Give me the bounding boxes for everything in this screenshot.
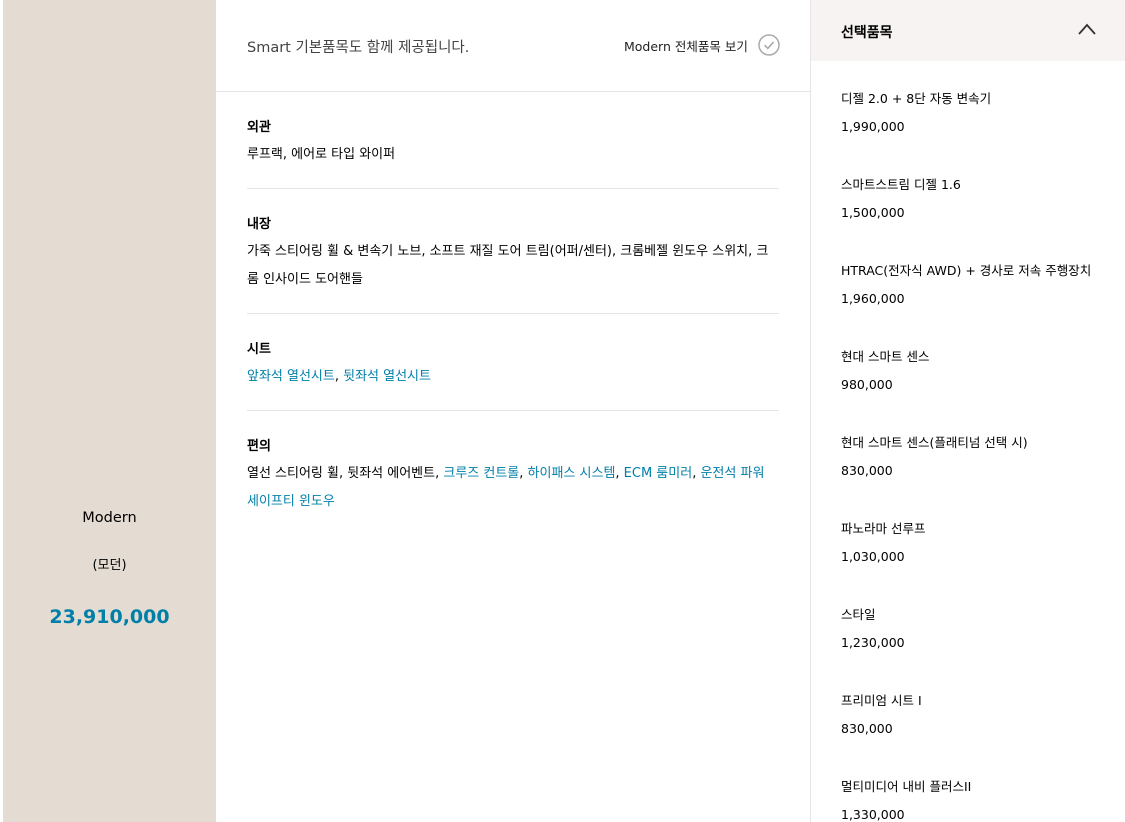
divider — [247, 188, 779, 189]
option-item[interactable]: 스타일 1,230,000 — [841, 604, 1111, 690]
option-price: 830,000 — [841, 463, 893, 478]
section-title: 외관 — [247, 120, 271, 135]
option-price: 1,960,000 — [841, 291, 905, 306]
option-item[interactable]: 현대 스마트 센스 980,000 — [841, 346, 1111, 432]
feature-section-interior: 내장 가죽 스티어링 휠 & 변속기 노브, 소프트 재질 도어 트림(어퍼/센… — [247, 213, 779, 294]
trim-subtitle: (모던) — [92, 558, 127, 573]
feature-section-exterior: 외관 루프랙, 에어로 타입 와이퍼 — [247, 116, 779, 169]
option-price: 1,500,000 — [841, 205, 905, 220]
option-price: 830,000 — [841, 721, 893, 736]
feature-link[interactable]: ECM 룸미러 — [624, 466, 693, 481]
trim-price: 23,910,000 — [49, 606, 170, 628]
option-name: 현대 스마트 센스 — [841, 349, 930, 364]
section-title: 내장 — [247, 217, 271, 232]
option-name: 멀티미디어 내비 플러스II — [841, 779, 972, 794]
option-name: 현대 스마트 센스(플래티넘 선택 시) — [841, 435, 1028, 450]
option-item[interactable]: 현대 스마트 센스(플래티넘 선택 시) 830,000 — [841, 432, 1111, 518]
selected-options-panel: 선택품목 디젤 2.0 + 8단 자동 변속기 1,990,000 스마트스트림 디… — [810, 0, 1125, 822]
view-all-label: Modern 전체품목 보기 — [624, 38, 748, 54]
divider — [247, 410, 779, 411]
feature-text: 가죽 스티어링 휠 & 변속기 노브, 소프트 재질 도어 트림(어퍼/센터),… — [247, 244, 769, 287]
option-item[interactable]: 스마트스트림 디젤 1.6 1,500,000 — [841, 174, 1111, 260]
option-item[interactable]: 멀티미디어 내비 플러스II 1,330,000 — [841, 776, 1111, 822]
trim-name: Modern — [82, 510, 137, 526]
section-title: 편의 — [247, 439, 271, 454]
feature-link[interactable]: 하이패스 시스템 — [528, 466, 616, 481]
option-price: 1,030,000 — [841, 549, 905, 564]
option-name: 디젤 2.0 + 8단 자동 변속기 — [841, 91, 992, 106]
options-title: 선택품목 — [841, 25, 893, 41]
section-body: 앞좌석 열선시트, 뒷좌석 열선시트 — [247, 363, 779, 391]
options-header[interactable]: 선택품목 — [811, 0, 1125, 61]
option-price: 1,990,000 — [841, 119, 905, 134]
chevron-up-icon[interactable] — [1077, 22, 1097, 36]
feature-link[interactable]: 뒷좌석 열선시트 — [343, 369, 431, 384]
option-item[interactable]: 파노라마 선루프 1,030,000 — [841, 518, 1111, 604]
section-body: 루프랙, 에어로 타입 와이퍼 — [247, 141, 779, 169]
trim-panel: Modern (모던) 23,910,000 — [0, 0, 216, 822]
feature-link[interactable]: 앞좌석 열선시트 — [247, 369, 335, 384]
option-price: 980,000 — [841, 377, 893, 392]
option-item[interactable]: HTRAC(전자식 AWD) + 경사로 저속 주행장치 1,960,000 — [841, 260, 1111, 346]
features-header: Smart 기본품목도 함께 제공됩니다. Modern 전체품목 보기 — [216, 0, 810, 92]
basic-items-notice: Smart 기본품목도 함께 제공됩니다. — [247, 40, 470, 56]
divider — [247, 313, 779, 314]
feature-text: , — [519, 466, 528, 481]
option-item[interactable]: 디젤 2.0 + 8단 자동 변속기 1,990,000 — [841, 88, 1111, 174]
section-body: 열선 스티어링 휠, 뒷좌석 에어벤트, 크루즈 컨트롤, 하이패스 시스템, … — [247, 460, 779, 516]
options-list: 디젤 2.0 + 8단 자동 변속기 1,990,000 스마트스트림 디젤 1.6… — [841, 88, 1111, 822]
feature-link[interactable]: 크루즈 컨트롤 — [443, 466, 519, 481]
feature-text: 루프랙, 에어로 타입 와이퍼 — [247, 147, 396, 162]
option-name: 스마트스트림 디젤 1.6 — [841, 177, 961, 192]
option-name: 프리미엄 시트 I — [841, 693, 922, 708]
feature-section-convenience: 편의 열선 스티어링 휠, 뒷좌석 에어벤트, 크루즈 컨트롤, 하이패스 시스… — [247, 435, 779, 516]
option-price: 1,230,000 — [841, 635, 905, 650]
option-price: 1,330,000 — [841, 807, 905, 822]
feature-text: , — [334, 369, 344, 384]
option-name: 파노라마 선루프 — [841, 521, 926, 536]
option-name: HTRAC(전자식 AWD) + 경사로 저속 주행장치 — [841, 263, 1092, 278]
check-circle-icon — [758, 34, 780, 56]
feature-section-seat: 시트 앞좌석 열선시트, 뒷좌석 열선시트 — [247, 338, 779, 391]
view-all-items-button[interactable]: Modern 전체품목 보기 — [624, 34, 780, 56]
feature-text: 열선 스티어링 휠, 뒷좌석 에어벤트, — [247, 466, 444, 481]
features-panel: Smart 기본품목도 함께 제공됩니다. Modern 전체품목 보기 외관 … — [216, 0, 810, 822]
option-item[interactable]: 프리미엄 시트 I 830,000 — [841, 690, 1111, 776]
feature-text: , — [615, 466, 624, 481]
section-body: 가죽 스티어링 휠 & 변속기 노브, 소프트 재질 도어 트림(어퍼/센터),… — [247, 238, 779, 294]
option-name: 스타일 — [841, 607, 876, 622]
section-title: 시트 — [247, 342, 271, 357]
